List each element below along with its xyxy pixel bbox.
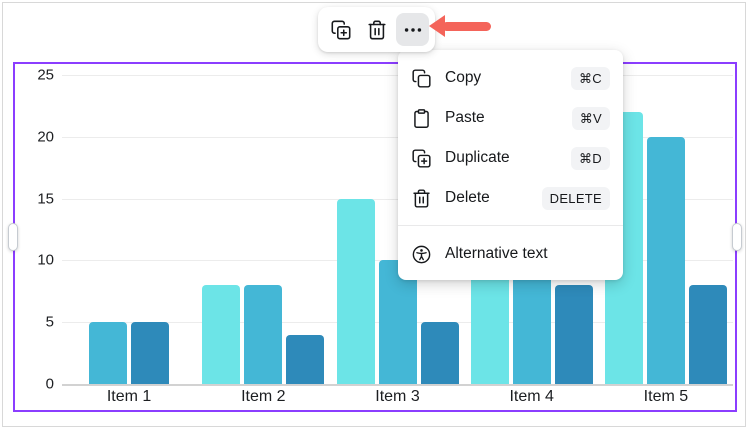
bar[interactable] — [513, 273, 551, 384]
menu-item-label: Delete — [445, 189, 490, 207]
x-axis-category-label: Item 4 — [465, 388, 599, 406]
duplicate-icon — [411, 148, 432, 169]
y-axis-tick-label: 15 — [16, 190, 54, 207]
element-toolbar — [318, 7, 435, 52]
paste-icon — [411, 108, 432, 129]
menu-item-duplicate[interactable]: Duplicate ⌘D — [398, 138, 623, 178]
duplicate-button[interactable] — [324, 13, 357, 46]
x-axis-labels: Item 1Item 2Item 3Item 4Item 5 — [62, 388, 733, 406]
bar-group — [196, 75, 330, 384]
menu-item-label: Alternative text — [445, 245, 548, 263]
x-axis-category-label: Item 5 — [599, 388, 733, 406]
more-dots-icon — [402, 19, 424, 41]
context-menu: Copy ⌘C Paste ⌘V Duplicate ⌘D Delete DEL… — [398, 50, 623, 280]
gridline — [62, 384, 733, 386]
x-axis-category-label: Item 2 — [196, 388, 330, 406]
bar[interactable] — [244, 285, 282, 384]
y-axis-tick-label: 5 — [16, 314, 54, 331]
delete-button[interactable] — [360, 13, 393, 46]
menu-item-copy[interactable]: Copy ⌘C — [398, 58, 623, 98]
menu-item-alternative-text[interactable]: Alternative text — [398, 234, 623, 274]
menu-separator — [398, 225, 623, 226]
more-button[interactable] — [396, 13, 429, 46]
y-axis-tick-label: 0 — [16, 376, 54, 393]
annotation-arrow — [429, 15, 492, 38]
bar[interactable] — [131, 322, 169, 384]
bar[interactable] — [286, 335, 324, 384]
menu-item-label: Duplicate — [445, 149, 510, 167]
chart-selection-box[interactable]: 0 5 10 15 20 25 Item 1Item 2Item 3Item 4Item … — [13, 62, 737, 412]
y-axis-tick-label: 20 — [16, 128, 54, 145]
menu-item-label: Paste — [445, 109, 485, 127]
bar[interactable] — [555, 285, 593, 384]
x-axis-category-label: Item 1 — [62, 388, 196, 406]
arrow-shaft — [442, 22, 491, 31]
menu-item-delete[interactable]: Delete DELETE — [398, 178, 623, 218]
bar-group — [62, 75, 196, 384]
bar[interactable] — [647, 137, 685, 384]
menu-item-paste[interactable]: Paste ⌘V — [398, 98, 623, 138]
bar[interactable] — [421, 322, 459, 384]
bar[interactable] — [202, 285, 240, 384]
resize-handle-left[interactable] — [8, 223, 18, 251]
bar[interactable] — [89, 322, 127, 384]
menu-item-label: Copy — [445, 69, 481, 87]
copy-icon — [411, 68, 432, 89]
trash-icon — [366, 19, 388, 41]
shortcut-badge: DELETE — [542, 187, 610, 210]
duplicate-icon — [330, 19, 352, 41]
bar[interactable] — [337, 199, 375, 384]
x-axis-category-label: Item 3 — [330, 388, 464, 406]
y-axis-tick-label: 25 — [16, 67, 54, 84]
shortcut-badge: ⌘C — [571, 67, 610, 90]
resize-handle-right[interactable] — [732, 223, 742, 251]
accessibility-icon — [411, 244, 432, 265]
y-axis-tick-label: 10 — [16, 252, 54, 269]
shortcut-badge: ⌘D — [571, 147, 610, 170]
shortcut-badge: ⌘V — [572, 107, 610, 130]
trash-icon — [411, 188, 432, 209]
bar[interactable] — [689, 285, 727, 384]
